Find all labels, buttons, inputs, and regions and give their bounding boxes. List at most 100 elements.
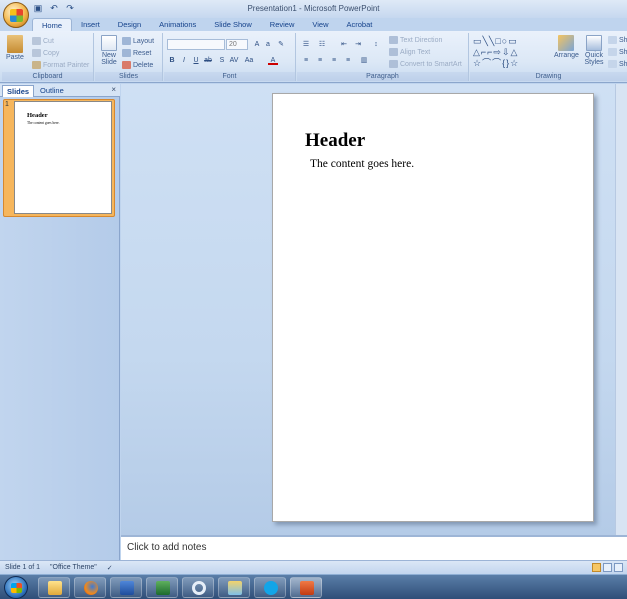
delete-button[interactable]: Delete: [122, 61, 153, 69]
slide-show-view-icon[interactable]: [614, 563, 623, 572]
scissors-icon: [32, 37, 41, 45]
slides-panel: Slides Outline × 1 Header The content go…: [0, 84, 120, 560]
arrange-label: Arrange: [554, 52, 579, 59]
status-bar: Slide 1 of 1 "Office Theme" ✓: [0, 560, 627, 574]
shrink-font-icon[interactable]: a: [263, 40, 273, 49]
taskbar-skype[interactable]: [254, 577, 286, 598]
tab-slides[interactable]: Slides: [2, 85, 35, 97]
tab-outline[interactable]: Outline: [36, 85, 68, 97]
convert-smartart-label: Convert to SmartArt: [400, 60, 462, 68]
underline-icon[interactable]: U: [191, 56, 201, 65]
office-button[interactable]: [3, 2, 29, 28]
font-color-icon[interactable]: A: [268, 56, 278, 65]
windows-logo-icon: [11, 583, 22, 593]
numbering-icon[interactable]: ☷: [317, 40, 327, 49]
cut-button[interactable]: Cut: [32, 37, 54, 45]
arrange-button[interactable]: Arrange: [554, 35, 579, 59]
format-painter-button[interactable]: Format Painter: [32, 61, 89, 69]
taskbar-explorer[interactable]: [38, 577, 70, 598]
paste-button[interactable]: Paste: [6, 35, 24, 61]
quick-styles-button[interactable]: Quick Styles: [582, 35, 606, 66]
copy-icon: [32, 49, 41, 57]
notes-pane[interactable]: Click to add notes: [121, 535, 627, 560]
cut-label: Cut: [43, 37, 54, 45]
slides-group: New Slide Layout Reset Delete Slides: [95, 33, 163, 81]
strikethrough-icon[interactable]: ab: [203, 56, 213, 65]
tab-slide-show[interactable]: Slide Show: [205, 18, 261, 32]
normal-view-icon[interactable]: [592, 563, 601, 572]
tab-acrobat[interactable]: Acrobat: [338, 18, 382, 32]
drawing-group: ▭╲╲□○▭ △⌐⌐⇨⇩△ ☆⌒⌒{}☆ Arrange Quick Styles …: [470, 33, 627, 81]
justify-icon[interactable]: ≡: [343, 56, 353, 65]
layout-icon: [122, 37, 131, 45]
smartart-icon: [389, 60, 398, 68]
shape-outline-button[interactable]: Sh: [608, 48, 627, 56]
taskbar-word[interactable]: [110, 577, 142, 598]
shadow-icon[interactable]: S: [217, 56, 227, 65]
window-title: Presentation1 - Microsoft PowerPoint: [247, 4, 380, 13]
shape-effects-button[interactable]: Sh: [608, 60, 627, 68]
convert-smartart-button[interactable]: Convert to SmartArt: [389, 60, 462, 68]
taskbar-firefox[interactable]: [74, 577, 106, 598]
tab-review[interactable]: Review: [261, 18, 304, 32]
taskbar-powerpoint[interactable]: [290, 577, 322, 598]
effects-icon: [608, 60, 617, 68]
slide-thumbnail[interactable]: Header The content goes here.: [14, 101, 112, 214]
font-size-box[interactable]: 20: [226, 39, 248, 50]
italic-icon[interactable]: I: [179, 56, 189, 65]
shape-fill-label: Sh: [619, 36, 627, 44]
copy-button[interactable]: Copy: [32, 49, 59, 57]
thumbnail-body: The content goes here.: [27, 121, 60, 125]
bullets-icon[interactable]: ☰: [301, 40, 311, 49]
layout-button[interactable]: Layout: [122, 37, 154, 45]
panel-tabs: Slides Outline ×: [0, 84, 120, 97]
slides-group-label: Slides: [95, 72, 162, 81]
align-text-button[interactable]: Align Text: [389, 48, 430, 56]
clipboard-group-label: Clipboard: [2, 72, 93, 81]
decrease-indent-icon[interactable]: ⇤: [339, 40, 349, 49]
layout-label: Layout: [133, 37, 155, 45]
line-spacing-icon[interactable]: ↕: [371, 40, 381, 49]
slide-body[interactable]: The content goes here.: [310, 158, 414, 170]
reset-label: Reset: [133, 49, 152, 57]
office-logo-icon: [10, 9, 23, 22]
align-right-icon[interactable]: ≡: [329, 56, 339, 65]
tab-animations[interactable]: Animations: [150, 18, 205, 32]
theme-status[interactable]: "Office Theme": [50, 564, 97, 571]
text-direction-button[interactable]: Text Direction: [389, 36, 442, 44]
spelling-check-icon[interactable]: ✓: [107, 564, 113, 572]
close-icon[interactable]: ×: [111, 85, 116, 94]
bold-icon[interactable]: B: [167, 56, 177, 65]
start-button[interactable]: [4, 576, 28, 599]
tab-design[interactable]: Design: [109, 18, 150, 32]
columns-icon[interactable]: ▥: [359, 56, 369, 65]
increase-indent-icon[interactable]: ⇥: [353, 40, 363, 49]
change-case-icon[interactable]: Aa: [244, 56, 254, 65]
folder-icon: [48, 581, 62, 595]
shape-fill-button[interactable]: Sh: [608, 36, 627, 44]
tab-home[interactable]: Home: [32, 18, 73, 32]
firefox-icon: [84, 581, 98, 595]
slide-sorter-view-icon[interactable]: [603, 563, 612, 572]
align-center-icon[interactable]: ≡: [315, 56, 325, 65]
new-slide-button[interactable]: New Slide: [98, 35, 120, 66]
slide-title[interactable]: Header: [305, 130, 365, 152]
shapes-gallery[interactable]: ▭╲╲□○▭ △⌐⌐⇨⇩△ ☆⌒⌒{}☆: [473, 36, 549, 70]
grow-font-icon[interactable]: A: [252, 40, 262, 49]
tab-view[interactable]: View: [303, 18, 337, 32]
slide-canvas[interactable]: Header The content goes here.: [272, 93, 594, 522]
messenger-icon: [228, 581, 242, 595]
taskbar-messenger[interactable]: [218, 577, 250, 598]
character-spacing-icon[interactable]: AV: [229, 56, 239, 65]
format-painter-label: Format Painter: [43, 61, 90, 69]
clear-formatting-icon[interactable]: ✎: [276, 40, 286, 49]
reset-button[interactable]: Reset: [122, 49, 151, 57]
font-group-label: Font: [164, 72, 295, 81]
tab-insert[interactable]: Insert: [72, 18, 109, 32]
vertical-scrollbar[interactable]: [615, 84, 627, 535]
taskbar-search[interactable]: [182, 577, 214, 598]
align-left-icon[interactable]: ≡: [301, 56, 311, 65]
taskbar-excel[interactable]: [146, 577, 178, 598]
font-name-box[interactable]: [167, 39, 225, 50]
skype-icon: [264, 581, 278, 595]
